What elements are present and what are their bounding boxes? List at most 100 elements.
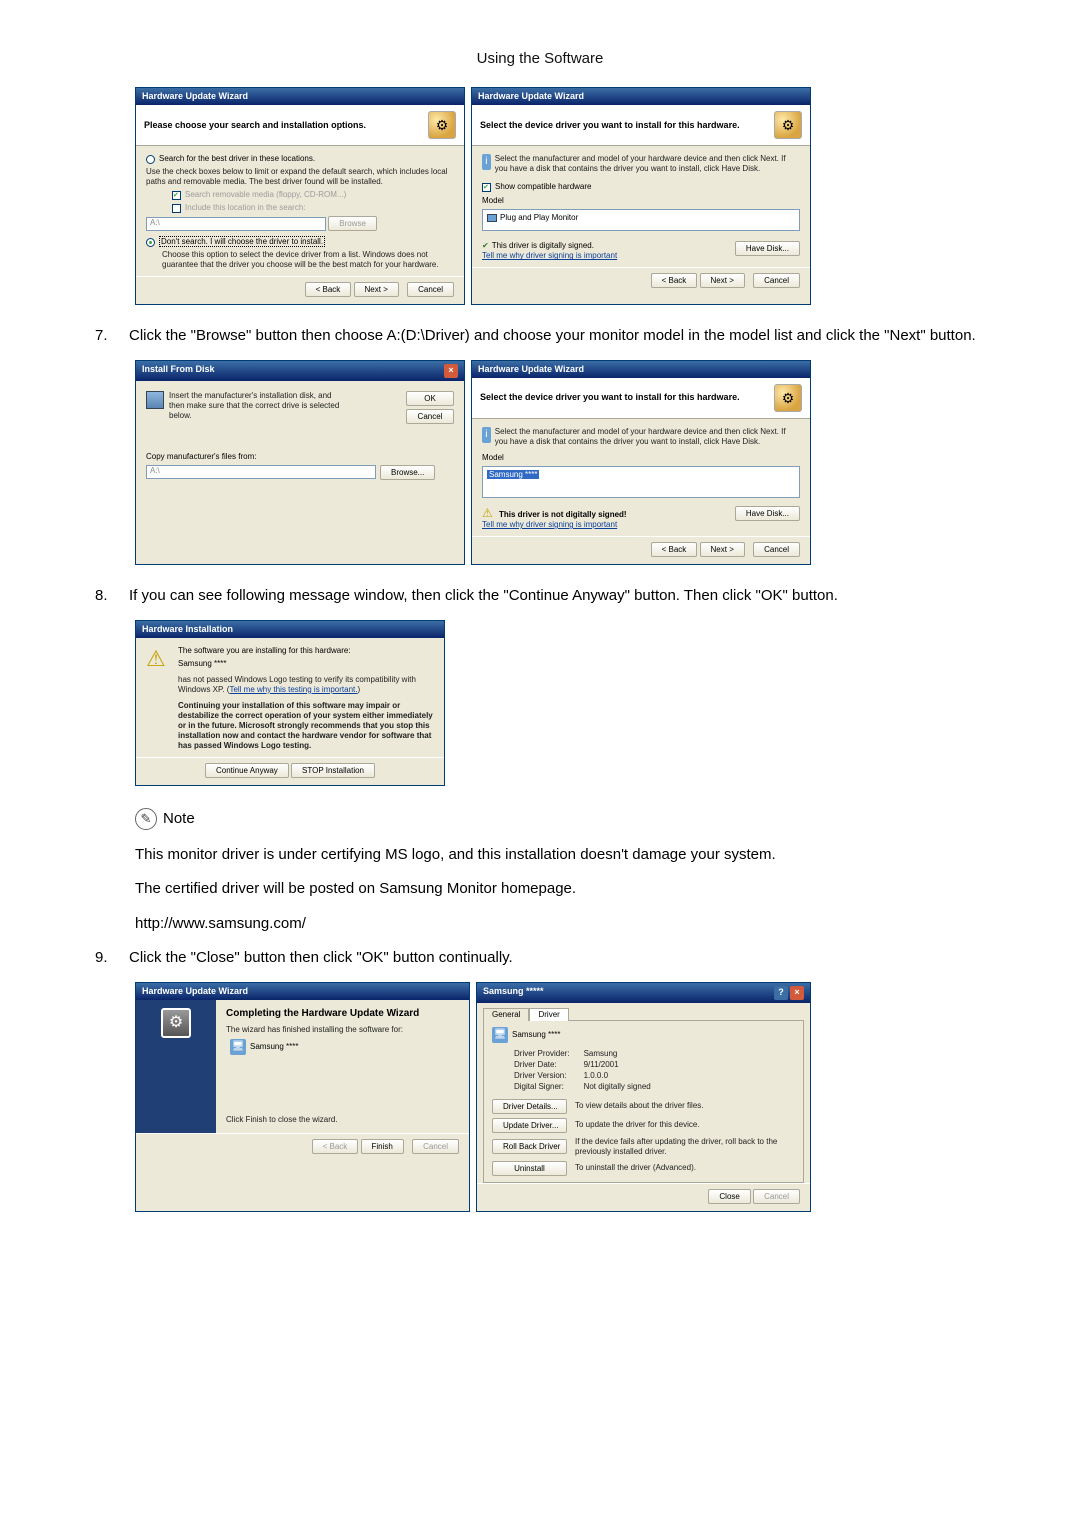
cancel-button[interactable]: Cancel — [407, 282, 454, 297]
help-icon[interactable]: ? — [774, 986, 788, 1000]
next-button[interactable]: Next > — [354, 282, 399, 297]
copy-from-label: Copy manufacturer's files from: — [146, 452, 454, 462]
cancel-button[interactable]: Cancel — [753, 542, 800, 557]
signer-label: Digital Signer: — [514, 1082, 570, 1092]
finish-button[interactable]: Finish — [361, 1139, 404, 1154]
stop-installation-button[interactable]: STOP Installation — [291, 763, 375, 778]
dialog-heading: Select the device driver you want to ins… — [480, 120, 740, 131]
signed-text: This driver is digitally signed. — [492, 241, 594, 250]
dialog-heading: Select the device driver you want to ins… — [480, 392, 740, 403]
rollback-driver-button[interactable]: Roll Back Driver — [492, 1139, 567, 1154]
dialog-title: Hardware Update Wizard — [472, 361, 810, 378]
dont-search-radio[interactable] — [146, 238, 155, 247]
step-text: Click the "Browse" button then choose A:… — [129, 325, 976, 348]
hardware-update-wizard-select-driver: Hardware Update Wizard Select the device… — [471, 87, 811, 305]
close-icon[interactable]: × — [790, 986, 804, 1000]
wizard-icon: ⚙ — [774, 384, 802, 412]
dialog-heading: Completing the Hardware Update Wizard — [226, 1008, 459, 1021]
checkbox-label: Show compatible hardware — [495, 182, 592, 191]
model-item[interactable]: Samsung **** — [487, 470, 539, 479]
cancel-button[interactable]: Cancel — [406, 409, 454, 424]
dialog-title: Hardware Update Wizard — [136, 88, 464, 105]
search-removable-media-checkbox[interactable] — [172, 191, 181, 200]
device-name: Samsung **** — [250, 1042, 298, 1052]
tab-general[interactable]: General — [483, 1008, 529, 1021]
step-text: If you can see following message window,… — [129, 585, 838, 608]
location-path-input[interactable]: A:\ — [146, 217, 326, 231]
instruction-text: Select the manufacturer and model of you… — [495, 154, 800, 174]
screenshot-row-4: Hardware Update Wizard ⚙ Completing the … — [95, 982, 985, 1212]
testing-important-link[interactable]: Tell me why this testing is important. — [229, 685, 357, 694]
radio-label: Search for the best driver in these loca… — [159, 154, 315, 163]
browse-button[interactable]: Browse... — [380, 465, 435, 480]
instruction-text: Insert the manufacturer's installation d… — [169, 391, 349, 424]
step-number: 7. — [95, 325, 129, 348]
driver-signing-link[interactable]: Tell me why driver signing is important — [482, 251, 617, 261]
wizard-icon: ⚙ — [428, 111, 456, 139]
install-from-disk-dialog: Install From Disk× Insert the manufactur… — [135, 360, 465, 565]
info-icon: i — [482, 154, 491, 170]
back-button[interactable]: < Back — [305, 282, 352, 297]
note-body-2: The certified driver will be posted on S… — [135, 878, 985, 901]
floppy-icon — [146, 391, 164, 409]
version-label: Driver Version: — [514, 1071, 570, 1081]
cancel-button[interactable]: Cancel — [753, 273, 800, 288]
show-compatible-checkbox[interactable] — [482, 183, 491, 192]
next-button[interactable]: Next > — [700, 542, 745, 557]
step-7: 7. Click the "Browse" button then choose… — [95, 325, 985, 348]
include-location-checkbox[interactable] — [172, 204, 181, 213]
driver-signing-link[interactable]: Tell me why driver signing is important — [482, 520, 627, 530]
step-8: 8. If you can see following message wind… — [95, 585, 985, 608]
model-item[interactable]: Plug and Play Monitor — [500, 213, 578, 222]
screenshot-row-1: Hardware Update Wizard Please choose you… — [95, 87, 985, 305]
have-disk-button[interactable]: Have Disk... — [735, 241, 800, 256]
unsigned-text: This driver is not digitally signed! — [499, 510, 627, 519]
update-driver-desc: To update the driver for this device. — [575, 1120, 700, 1130]
hardware-update-wizard-complete: Hardware Update Wizard ⚙ Completing the … — [135, 982, 470, 1212]
checkbox-label: Search removable media (floppy, CD-ROM..… — [185, 190, 346, 199]
have-disk-button[interactable]: Have Disk... — [735, 506, 800, 521]
note-url: http://www.samsung.com/ — [135, 913, 985, 936]
uninstall-desc: To uninstall the driver (Advanced). — [575, 1163, 696, 1173]
hardware-update-wizard-select-driver-samsung: Hardware Update Wizard Select the device… — [471, 360, 811, 565]
cancel-button: Cancel — [753, 1189, 800, 1204]
radio-label: Don't search. I will choose the driver t… — [159, 236, 325, 247]
uninstall-button[interactable]: Uninstall — [492, 1161, 567, 1176]
model-label: Model — [482, 453, 800, 463]
step-9: 9. Click the "Close" button then click "… — [95, 947, 985, 970]
model-list[interactable]: Plug and Play Monitor — [482, 209, 800, 231]
tab-driver[interactable]: Driver — [529, 1008, 568, 1021]
model-list[interactable]: Samsung **** — [482, 466, 800, 498]
continue-anyway-button[interactable]: Continue Anyway — [205, 763, 289, 778]
dialog-title: Samsung *****×? — [477, 983, 810, 1003]
option1-description: Use the check boxes below to limit or ex… — [146, 167, 454, 187]
dialog-title: Install From Disk× — [136, 361, 464, 381]
search-best-driver-radio[interactable] — [146, 155, 155, 164]
signed-icon: ✔ — [482, 241, 489, 250]
dialog-title: Hardware Update Wizard — [472, 88, 810, 105]
ok-button[interactable]: OK — [406, 391, 454, 406]
rollback-driver-desc: If the device fails after updating the d… — [575, 1137, 795, 1157]
close-icon[interactable]: × — [444, 364, 458, 378]
device-name: Samsung **** — [178, 659, 434, 669]
signer-value: Not digitally signed — [572, 1082, 651, 1092]
instruction-text: Select the manufacturer and model of you… — [495, 427, 800, 447]
back-button[interactable]: < Back — [651, 542, 698, 557]
copy-from-input[interactable]: A:\ — [146, 465, 376, 479]
back-button[interactable]: < Back — [651, 273, 698, 288]
update-driver-button[interactable]: Update Driver... — [492, 1118, 567, 1133]
checkbox-label: Include this location in the search: — [185, 203, 306, 212]
browse-button[interactable]: Browse — [328, 216, 377, 231]
chip-icon: ⚙ — [161, 1008, 191, 1038]
warning-icon: ⚠ — [482, 506, 496, 520]
warning-line1: The software you are installing for this… — [178, 646, 434, 656]
page-title: Using the Software — [0, 50, 1080, 67]
driver-details-desc: To view details about the driver files. — [575, 1101, 704, 1111]
screenshot-row-3: Hardware Installation ⚠ The software you… — [95, 620, 985, 786]
driver-details-button[interactable]: Driver Details... — [492, 1099, 567, 1114]
click-finish-text: Click Finish to close the wizard. — [226, 1115, 459, 1125]
next-button[interactable]: Next > — [700, 273, 745, 288]
wizard-icon: ⚙ — [774, 111, 802, 139]
close-button[interactable]: Close — [708, 1189, 750, 1204]
date-label: Driver Date: — [514, 1060, 570, 1070]
